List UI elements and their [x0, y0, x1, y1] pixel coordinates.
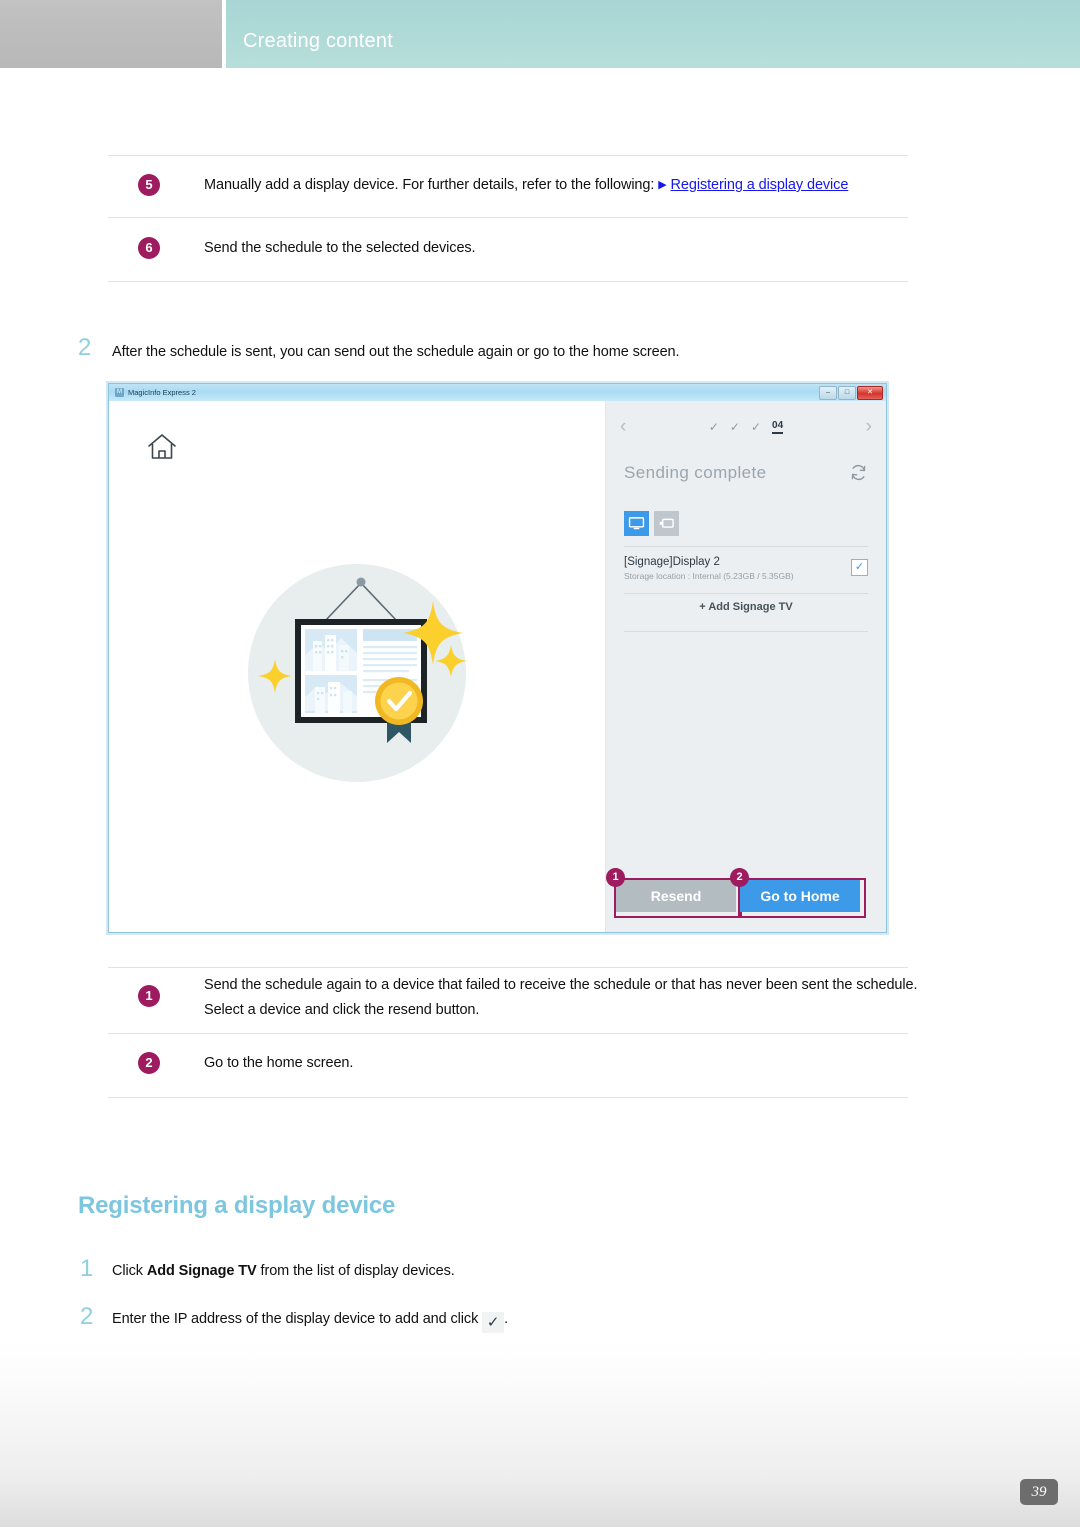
step-complete-1[interactable]: ✓	[709, 420, 719, 434]
sending-complete-illustration	[237, 549, 485, 797]
resend-button[interactable]: Resend	[616, 880, 736, 912]
play-triangle-icon: ▶	[658, 179, 667, 191]
list-item-6-text: Send the schedule to the selected device…	[204, 240, 476, 256]
reg-step-2-post: .	[504, 1311, 509, 1327]
reg-step-number-2: 2	[80, 1303, 94, 1330]
prev-step-button[interactable]: ‹	[620, 413, 626, 441]
device-list-separator-top	[624, 546, 868, 547]
device-list-separator-bottom	[624, 631, 868, 632]
link-registering-a-display-device[interactable]: Registering a display device	[671, 177, 849, 193]
device-name: [Signage]Display 2	[624, 556, 720, 568]
action-button-area: 1 2 Resend Go to Home	[606, 868, 880, 918]
header-grey-block	[0, 0, 222, 68]
divider-bottom-list-mid	[108, 1033, 908, 1034]
step-complete-2[interactable]: ✓	[730, 420, 740, 434]
minimize-button[interactable]: –	[819, 386, 837, 400]
home-icon[interactable]	[147, 433, 177, 461]
device-checkbox[interactable]: ✓	[851, 559, 868, 576]
reg-step-1-bold: Add Signage TV	[146, 1263, 257, 1279]
list-badge-2: 2	[138, 1052, 160, 1074]
maximize-button[interactable]: □	[838, 386, 856, 400]
divider-mid	[108, 217, 908, 218]
app-body: ‹ ✓ ✓ ✓ 04 › Sending complete [Signage]D…	[109, 401, 886, 932]
divider-top	[108, 155, 908, 156]
reg-step-2-pre: Enter the IP address of the display devi…	[112, 1311, 483, 1327]
callout-badge-1: 1	[606, 868, 625, 887]
reg-step-2-text: Enter the IP address of the display devi…	[112, 1307, 912, 1333]
step-2-text: After the schedule is sent, you can send…	[112, 344, 680, 360]
add-signage-tv-button[interactable]: + Add Signage TV	[624, 601, 868, 613]
wizard-nav: ‹ ✓ ✓ ✓ 04 ›	[606, 413, 886, 441]
step-number-2: 2	[78, 334, 92, 361]
device-list-item[interactable]: [Signage]Display 2 Storage location : In…	[624, 556, 868, 581]
list-item-2-text: Go to the home screen.	[204, 1055, 354, 1071]
monitor-icon[interactable]	[624, 511, 649, 536]
list-item-5-text: Manually add a display device. For furth…	[204, 173, 974, 199]
reg-step-1-post: from the list of display devices.	[256, 1263, 455, 1279]
close-button[interactable]: ✕	[857, 386, 883, 400]
device-type-selector	[624, 511, 679, 536]
callout-badge-2: 2	[730, 868, 749, 887]
page-title: Creating content	[243, 30, 393, 52]
step-complete-3[interactable]: ✓	[751, 420, 761, 434]
app-left-pane	[109, 401, 606, 932]
refresh-icon[interactable]	[849, 463, 868, 482]
step-current-04[interactable]: 04	[772, 420, 784, 434]
list-badge-6: 6	[138, 237, 160, 259]
check-icon: ✓	[482, 1312, 505, 1333]
list-badge-5: 5	[138, 174, 160, 196]
page-header: Creating content	[0, 0, 1080, 68]
divider-bottom-list-bottom	[108, 1097, 908, 1098]
device-storage: Storage location : Internal (5.23GB / 5.…	[624, 571, 794, 581]
divider-bottom	[108, 281, 908, 282]
reg-step-number-1: 1	[80, 1255, 94, 1282]
list-item-1-text: Send the schedule again to a device that…	[204, 977, 918, 1018]
app-right-pane: ‹ ✓ ✓ ✓ 04 › Sending complete [Signage]D…	[606, 401, 886, 932]
section-heading: Registering a display device	[78, 1192, 396, 1219]
panel-title: Sending complete	[624, 463, 767, 482]
reg-step-1-pre: Click	[112, 1263, 147, 1279]
page-background-gradient	[0, 1340, 1080, 1527]
reg-step-1-text: Click Add Signage TV from the list of di…	[112, 1259, 912, 1284]
page-number: 39	[1020, 1479, 1058, 1505]
divider-bottom-list-top	[108, 967, 908, 968]
usb-icon[interactable]	[654, 511, 679, 536]
window-title: MagicInfo Express 2	[128, 388, 196, 397]
window-titlebar: M MagicInfo Express 2 – □ ✕	[109, 384, 886, 402]
next-step-button[interactable]: ›	[866, 413, 872, 441]
app-logo-icon: M	[115, 388, 124, 397]
wizard-step-indicator: ✓ ✓ ✓ 04	[698, 413, 794, 441]
list-item-5-label: Manually add a display device. For furth…	[204, 177, 655, 193]
go-to-home-button[interactable]: Go to Home	[740, 880, 860, 912]
app-window-screenshot: M MagicInfo Express 2 – □ ✕ ‹ ✓ ✓ ✓ 04 ›…	[108, 383, 887, 933]
list-badge-1: 1	[138, 985, 160, 1007]
window-controls: – □ ✕	[819, 386, 883, 400]
device-list-separator-mid	[624, 593, 868, 594]
